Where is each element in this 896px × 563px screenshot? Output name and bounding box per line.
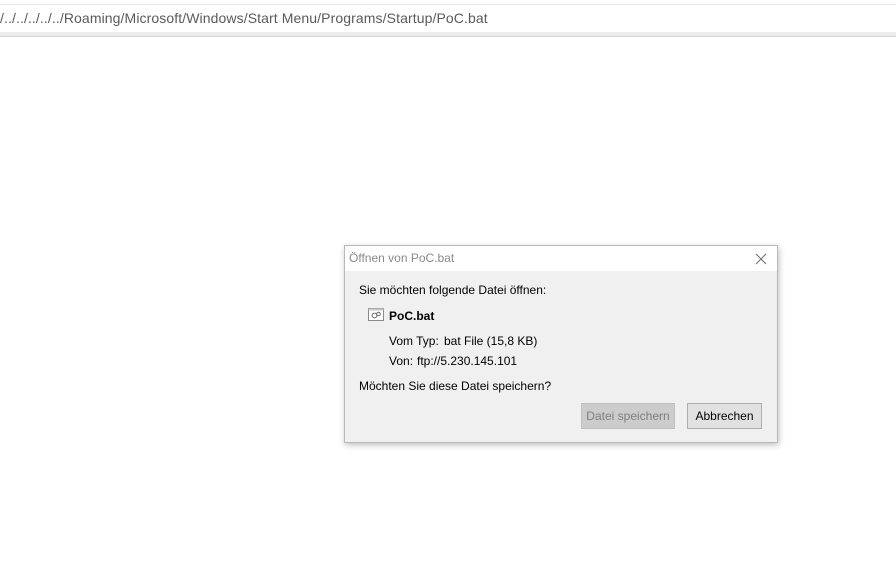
address-bar-url[interactable]: /../../../../../Roaming/Microsoft/Window… [0,10,488,26]
file-source-label: Von: [389,354,414,368]
dialog-title: Öffnen von PoC.bat [349,251,455,265]
file-source-value: ftp://5.230.145.101 [417,354,518,368]
dialog-titlebar[interactable]: Öffnen von PoC.bat [345,246,777,271]
address-bar-top-border [0,4,896,5]
file-type-label: Vom Typ: [389,334,439,348]
cancel-button[interactable]: Abbrechen [687,403,762,429]
batch-file-icon [368,308,384,321]
open-file-dialog: Öffnen von PoC.bat Sie möchten folgende … [344,245,778,443]
toolbar-divider [0,32,896,37]
dialog-body: Sie möchten folgende Datei öffnen: PoC.b… [345,271,777,442]
close-button[interactable] [751,249,771,269]
close-icon[interactable] [751,249,771,269]
save-question-text: Möchten Sie diese Datei speichern? [359,379,552,393]
file-type-value: bat File (15,8 KB) [444,334,538,348]
save-file-button[interactable]: Datei speichern [581,403,675,429]
file-name: PoC.bat [389,309,435,323]
address-bar[interactable]: /../../../../../Roaming/Microsoft/Window… [0,0,896,37]
dialog-intro-text: Sie möchten folgende Datei öffnen: [359,283,547,297]
